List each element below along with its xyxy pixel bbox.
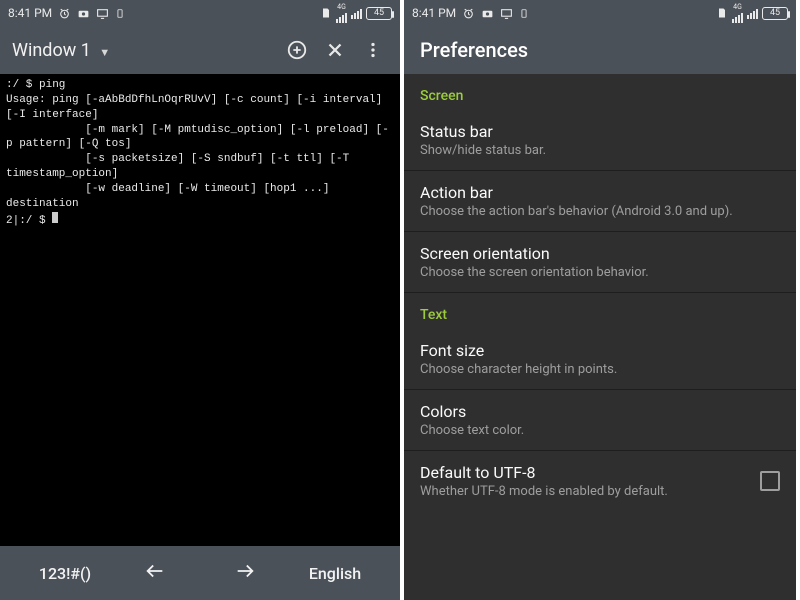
overflow-menu-button[interactable] (358, 35, 388, 65)
preferences-header: Preferences (404, 26, 796, 74)
terminal-line: [-m mark] [-M pmtudisc_option] [-l prelo… (6, 124, 389, 151)
terminal-output[interactable]: :/ $ ping Usage: ping [-aAbBdDfhLnOqrRUv… (0, 74, 400, 546)
pref-title: Default to UTF-8 (420, 463, 750, 482)
pref-sub: Choose character height in points. (420, 362, 780, 377)
pref-sub: Whether UTF-8 mode is enabled by default… (420, 484, 750, 499)
cursor (52, 212, 58, 223)
arrow-left-key[interactable] (125, 560, 185, 586)
status-time: 8:41 PM (8, 6, 52, 20)
arrow-right-key[interactable] (215, 560, 275, 586)
symbols-key[interactable]: 123!#() (35, 564, 95, 583)
pref-sub: Choose text color. (420, 423, 780, 438)
terminal-line: [-s packetsize] [-S sndbuf] [-t ttl] [-T… (6, 153, 356, 180)
pref-sub: Choose the action bar's behavior (Androi… (420, 204, 780, 219)
app-bar: Window 1 ▼ (0, 26, 400, 74)
signal-icon-2 (351, 7, 362, 19)
pref-screen-orientation[interactable]: Screen orientation Choose the screen ori… (404, 232, 796, 293)
pref-title: Font size (420, 341, 780, 360)
terminal-line: :/ $ ping (6, 79, 65, 91)
close-button[interactable] (320, 35, 350, 65)
camera-icon (77, 7, 90, 20)
terminal-pane: 8:41 PM 4G 45 (0, 0, 400, 600)
chevron-down-icon: ▼ (99, 46, 110, 59)
utf8-checkbox[interactable] (760, 471, 780, 491)
sim-icon (320, 7, 332, 19)
pref-status-bar[interactable]: Status bar Show/hide status bar. (404, 110, 796, 171)
status-left: 8:41 PM (412, 6, 529, 20)
pref-title: Colors (420, 402, 780, 421)
section-label-text: Text (404, 293, 796, 329)
preferences-pane: 8:41 PM 4G 45 P (400, 0, 796, 600)
signal-icon-2 (747, 7, 758, 19)
section-label-screen: Screen (404, 74, 796, 110)
pref-title: Action bar (420, 183, 780, 202)
monitor-icon (96, 7, 109, 20)
camera-icon (481, 7, 494, 20)
phone-icon (519, 7, 529, 20)
status-bar: 8:41 PM 4G 45 (404, 0, 796, 26)
net-label: 4G (336, 4, 347, 23)
preferences-list[interactable]: Screen Status bar Show/hide status bar. … (404, 74, 796, 511)
keyboard-bar: 123!#() English (0, 546, 400, 600)
pref-title: Screen orientation (420, 244, 780, 263)
pref-sub: Show/hide status bar. (420, 143, 780, 158)
signal-icon (336, 11, 347, 23)
monitor-icon (500, 7, 513, 20)
battery-icon: 45 (366, 7, 392, 20)
phone-icon (115, 7, 125, 20)
net-label: 4G (732, 4, 743, 23)
status-time: 8:41 PM (412, 6, 456, 20)
page-title: Preferences (420, 38, 528, 62)
sim-icon (716, 7, 728, 19)
alarm-icon (58, 7, 71, 20)
status-left: 8:41 PM (8, 6, 125, 20)
pref-title: Status bar (420, 122, 780, 141)
pref-sub: Choose the screen orientation behavior. (420, 265, 780, 280)
pref-default-utf8[interactable]: Default to UTF-8 Whether UTF-8 mode is e… (404, 451, 796, 511)
battery-icon: 45 (762, 7, 788, 20)
status-right: 4G 45 (716, 4, 788, 23)
pref-font-size[interactable]: Font size Choose character height in poi… (404, 329, 796, 390)
status-bar: 8:41 PM 4G 45 (0, 0, 400, 26)
terminal-line: 2|:/ $ (6, 215, 52, 227)
terminal-line: Usage: ping [-aAbBdDfhLnOqrRUvV] [-c cou… (6, 94, 389, 121)
pref-colors[interactable]: Colors Choose text color. (404, 390, 796, 451)
alarm-icon (462, 7, 475, 20)
pref-action-bar[interactable]: Action bar Choose the action bar's behav… (404, 171, 796, 232)
add-window-button[interactable] (282, 35, 312, 65)
signal-icon (732, 11, 743, 23)
window-dropdown[interactable]: Window 1 ▼ (12, 40, 110, 61)
terminal-line: [-w deadline] [-W timeout] [hop1 ...] de… (6, 183, 336, 210)
language-key[interactable]: English (305, 564, 365, 583)
status-right: 4G 45 (320, 4, 392, 23)
